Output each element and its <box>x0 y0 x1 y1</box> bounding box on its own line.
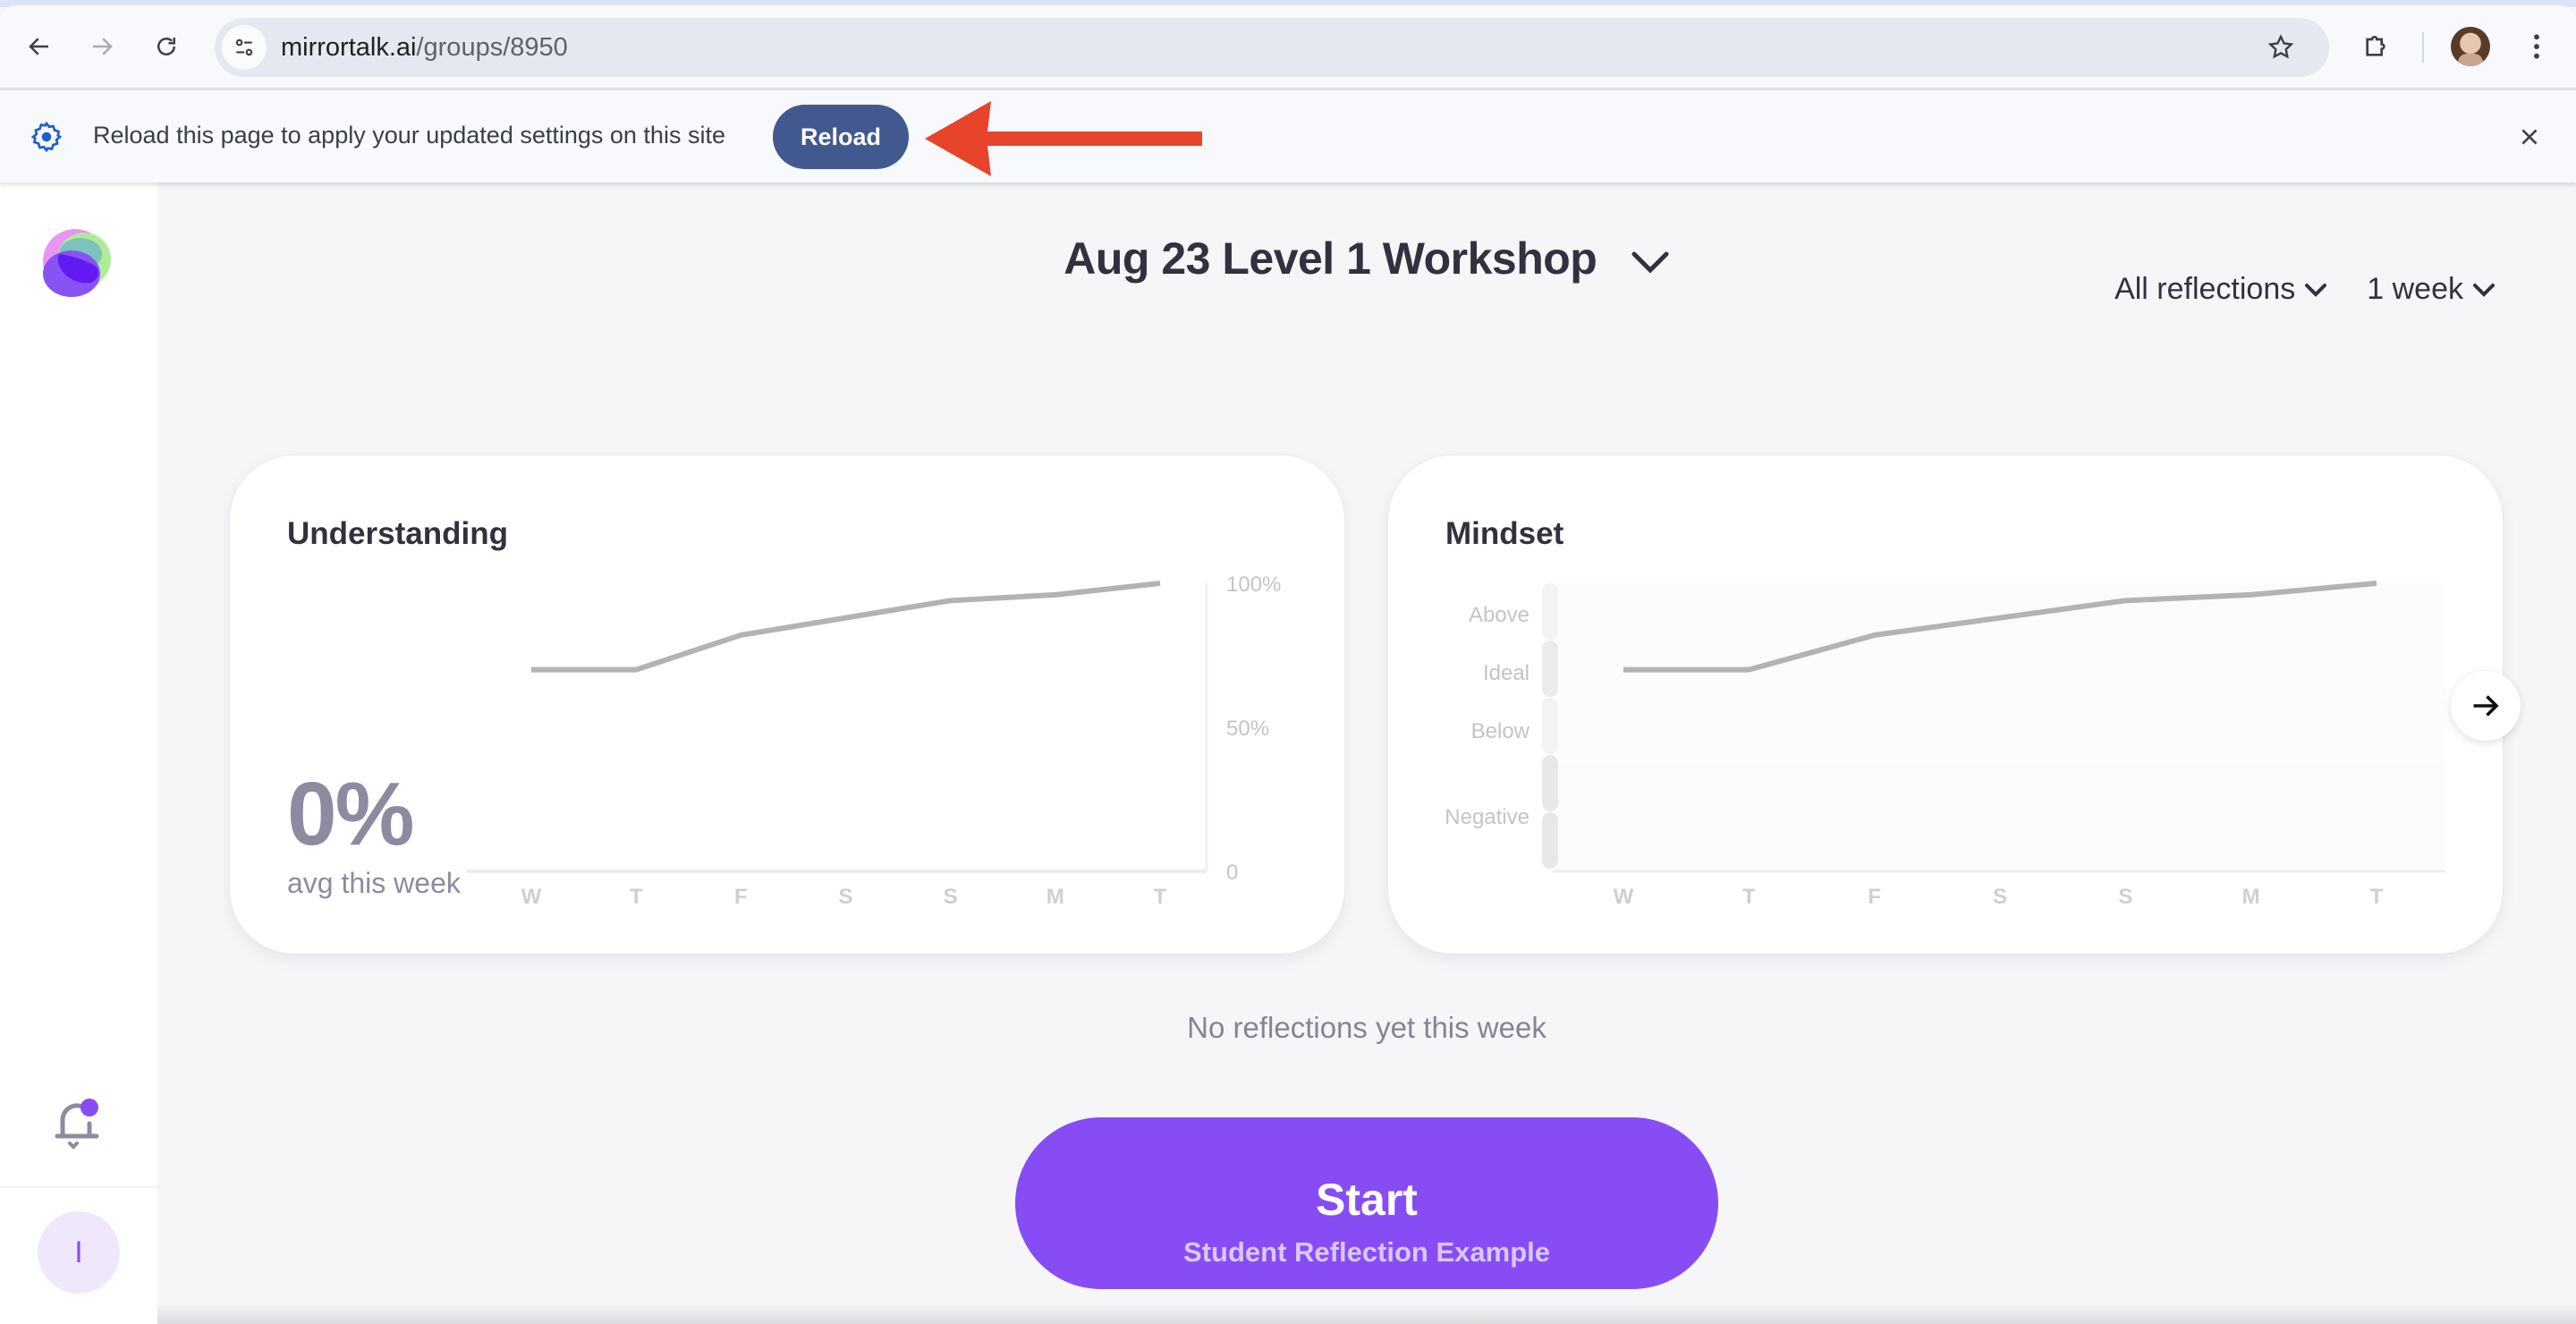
understanding-card[interactable]: Understanding 0% avg this week 0 50% 100% W… <box>230 455 1344 954</box>
settings-gear-icon <box>30 121 63 153</box>
site-settings-icon[interactable] <box>222 25 267 70</box>
period-filter-dropdown[interactable]: 1 week <box>2367 272 2496 307</box>
chevron-down-icon <box>2473 283 2495 297</box>
band-pill <box>1542 698 1558 754</box>
forward-arrow-icon[interactable] <box>84 29 120 64</box>
empty-state-message: No reflections yet this week <box>1187 1011 1546 1044</box>
y-tick-label: 100% <box>1226 573 1281 597</box>
toolbar-divider <box>2422 32 2424 63</box>
sidebar-divider <box>0 1186 157 1188</box>
extensions-puzzle-icon[interactable] <box>2358 29 2394 64</box>
address-bar[interactable]: mirrortalk.ai/groups/8950 <box>215 18 2329 77</box>
next-card-button[interactable] <box>2451 671 2521 741</box>
chevron-down-icon <box>2305 283 2327 297</box>
y-tick-label: 0 <box>1226 861 1238 885</box>
y-band-label: Below <box>1471 719 1530 743</box>
filters-bar: All reflections 1 week <box>2114 272 2496 307</box>
x-tick-label: S <box>838 885 852 909</box>
infobar-message: Reload this page to apply your updated s… <box>93 122 725 149</box>
bell-icon <box>55 1099 99 1150</box>
band-pill <box>1542 812 1558 869</box>
y-tick-label: 50% <box>1226 717 1269 741</box>
url-text[interactable]: mirrortalk.ai/groups/8950 <box>281 18 568 77</box>
bookmark-star-icon[interactable] <box>2263 30 2299 65</box>
x-tick-label: T <box>2370 885 2384 909</box>
x-tick-label: T <box>1154 885 1167 909</box>
settings-infobar: Reload this page to apply your updated s… <box>0 88 2576 182</box>
page-bottom-shadow <box>157 1306 2576 1324</box>
mirrortalk-logo[interactable] <box>41 227 113 299</box>
mindset-chart: Above Ideal Below Negative W T F S S M T <box>1445 581 2445 909</box>
x-tick-label: T <box>1742 885 1756 909</box>
reload-icon[interactable] <box>148 29 184 64</box>
plot-band-lower <box>1553 762 2445 871</box>
plot-band-upper <box>1553 583 2445 762</box>
x-tick-label: W <box>521 885 542 909</box>
y-band-label: Ideal <box>1483 661 1530 685</box>
x-tick-label: S <box>1993 885 2007 909</box>
user-avatar[interactable]: I <box>38 1211 120 1294</box>
y-band-label: Above <box>1469 603 1530 627</box>
profile-avatar[interactable] <box>2451 27 2490 66</box>
close-icon[interactable] <box>2512 119 2547 155</box>
notifications-button[interactable] <box>54 1097 104 1150</box>
x-tick-label: M <box>1046 885 1064 909</box>
band-pill <box>1542 641 1558 697</box>
notification-badge <box>80 1099 98 1116</box>
main-content: Aug 23 Level 1 Workshop All reflections … <box>157 182 2576 1324</box>
mindset-card[interactable]: Mindset Above Ideal Below Negative W T F S S M T <box>1388 455 2503 954</box>
reload-button[interactable]: Reload <box>773 105 909 169</box>
y-band-label: Negative <box>1445 805 1530 829</box>
group-title: Aug 23 Level 1 Workshop <box>1063 233 1597 284</box>
start-reflection-button[interactable]: Start Student Reflection Example <box>1015 1117 1718 1289</box>
more-menu-icon[interactable] <box>2519 29 2555 64</box>
x-tick-label: S <box>944 885 958 909</box>
x-tick-label: S <box>2118 885 2132 909</box>
understanding-chart: 0 50% 100% W T F S S M T <box>467 573 1281 909</box>
red-arrow-annotation <box>925 101 1202 176</box>
band-pill <box>1542 755 1558 811</box>
x-tick-label: F <box>1868 885 1881 909</box>
app-sidebar: I <box>0 182 157 1324</box>
reflections-filter-dropdown[interactable]: All reflections <box>2114 272 2327 307</box>
browser-toolbar: mirrortalk.ai/groups/8950 <box>0 5 2576 88</box>
x-tick-label: T <box>630 885 643 909</box>
chevron-down-icon <box>1631 251 1669 274</box>
arrow-right-icon <box>2473 695 2499 717</box>
back-arrow-icon[interactable] <box>21 29 57 64</box>
x-tick-label: M <box>2242 885 2260 909</box>
x-tick-label: F <box>734 885 748 909</box>
x-tick-label: W <box>1614 885 1634 909</box>
series-line <box>531 581 1161 673</box>
start-sublabel: Student Reflection Example <box>1183 1236 1550 1268</box>
start-label: Start <box>1316 1175 1418 1225</box>
band-pill <box>1542 583 1558 640</box>
